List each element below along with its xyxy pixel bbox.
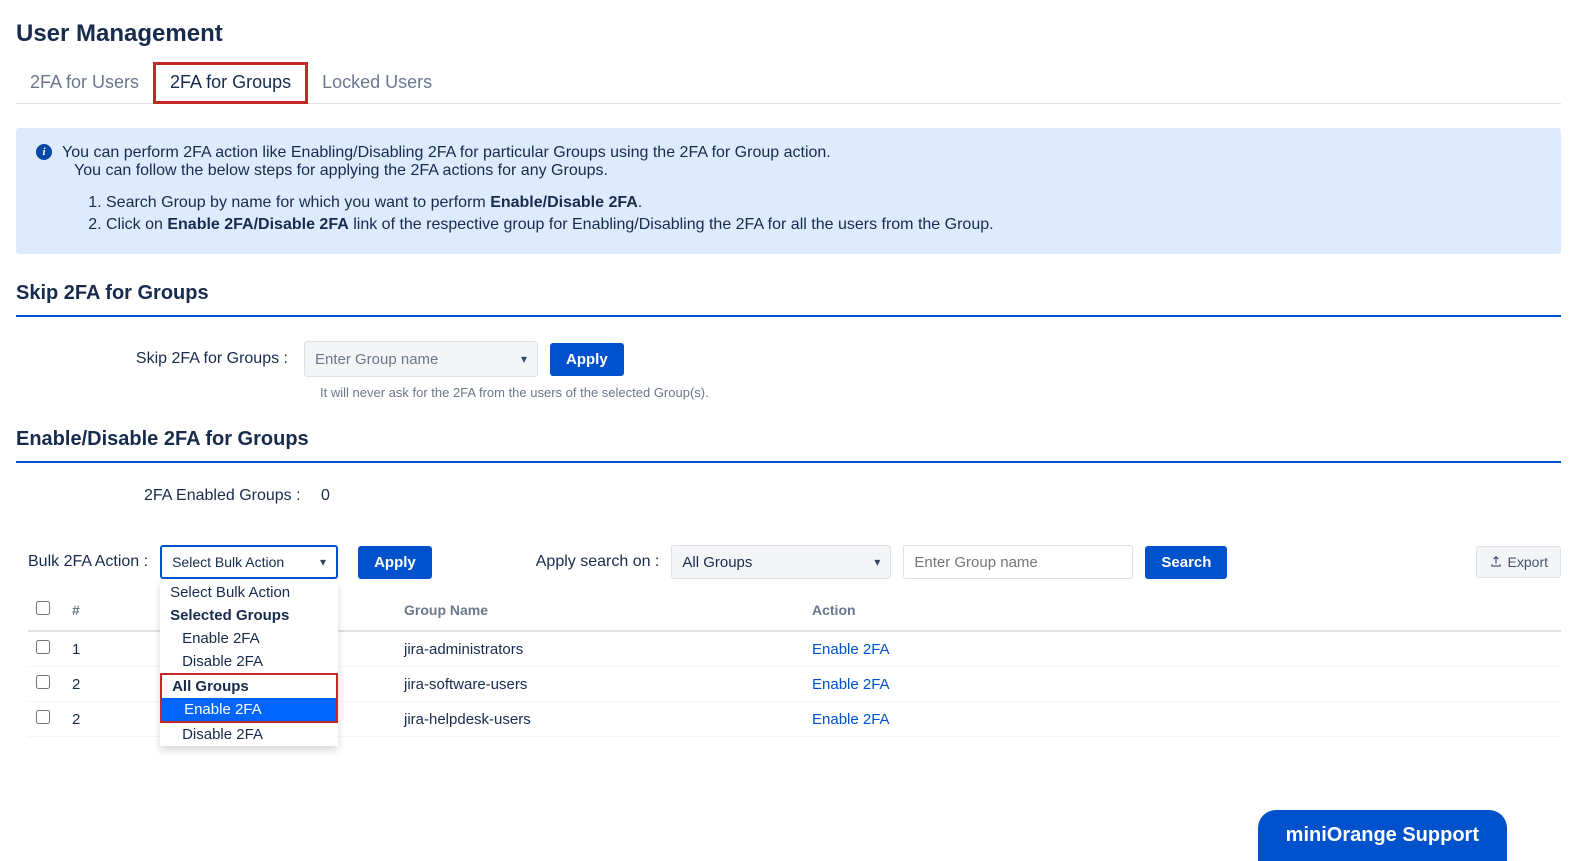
- search-input[interactable]: [903, 545, 1133, 579]
- dropdown-option-enable-selected[interactable]: Enable 2FA: [160, 627, 338, 650]
- divider: [16, 461, 1561, 463]
- apply-search-label: Apply search on :: [536, 553, 660, 571]
- enable-2fa-link[interactable]: Enable 2FA: [812, 641, 890, 658]
- skip-label: Skip 2FA for Groups :: [16, 350, 304, 368]
- dropdown-option-disable-selected[interactable]: Disable 2FA: [160, 650, 338, 673]
- info-panel: i You can perform 2FA action like Enabli…: [16, 128, 1561, 254]
- chevron-down-icon: ▾: [874, 555, 880, 569]
- col-action: Action: [804, 589, 1561, 631]
- bulk-action-select[interactable]: Select Bulk Action ▾: [160, 545, 338, 579]
- apply-search-select[interactable]: All Groups ▾: [671, 545, 891, 579]
- divider: [16, 315, 1561, 317]
- bulk-apply-button[interactable]: Apply: [358, 546, 432, 579]
- info-text-1: You can perform 2FA action like Enabling…: [62, 144, 831, 162]
- skip-hint: It will never ask for the 2FA from the u…: [320, 385, 1561, 400]
- col-number: #: [64, 589, 124, 631]
- export-icon: [1489, 555, 1503, 569]
- tab-2fa-users[interactable]: 2FA for Users: [16, 62, 153, 103]
- dropdown-option-enable-all[interactable]: Enable 2FA: [162, 698, 336, 721]
- select-all-checkbox[interactable]: [36, 601, 50, 615]
- chevron-down-icon: ▾: [521, 352, 527, 366]
- page-title: User Management: [16, 20, 1561, 48]
- bulk-action-dropdown: Select Bulk Action Selected Groups Enabl…: [160, 581, 338, 746]
- dropdown-header-all: All Groups: [162, 675, 336, 698]
- search-button[interactable]: Search: [1145, 546, 1227, 579]
- chevron-down-icon: ▾: [320, 555, 326, 569]
- tab-2fa-groups[interactable]: 2FA for Groups: [153, 62, 308, 104]
- skip-group-select[interactable]: Enter Group name ▾: [304, 341, 538, 377]
- row-checkbox[interactable]: [36, 710, 50, 724]
- skip-section-heading: Skip 2FA for Groups: [16, 282, 1561, 305]
- enabled-groups-count: 2FA Enabled Groups : 0: [144, 487, 1561, 505]
- info-icon: i: [36, 144, 52, 160]
- tab-locked-users[interactable]: Locked Users: [308, 62, 446, 103]
- tabs-bar: 2FA for Users 2FA for Groups Locked User…: [16, 62, 1561, 104]
- dropdown-option-select[interactable]: Select Bulk Action: [160, 581, 338, 604]
- dropdown-header-selected: Selected Groups: [160, 604, 338, 627]
- row-checkbox[interactable]: [36, 675, 50, 689]
- dropdown-option-disable-all[interactable]: Disable 2FA: [160, 723, 338, 746]
- row-checkbox[interactable]: [36, 640, 50, 654]
- skip-apply-button[interactable]: Apply: [550, 343, 624, 376]
- enable-section-heading: Enable/Disable 2FA for Groups: [16, 428, 1561, 451]
- export-button[interactable]: Export: [1476, 546, 1561, 578]
- support-button[interactable]: miniOrange Support: [1258, 810, 1507, 861]
- info-text-2: You can follow the below steps for apply…: [74, 162, 1541, 180]
- bulk-action-label: Bulk 2FA Action :: [28, 553, 148, 571]
- info-steps: Search Group by name for which you want …: [106, 194, 1541, 234]
- enable-2fa-link[interactable]: Enable 2FA: [812, 676, 890, 693]
- enable-2fa-link[interactable]: Enable 2FA: [812, 711, 890, 728]
